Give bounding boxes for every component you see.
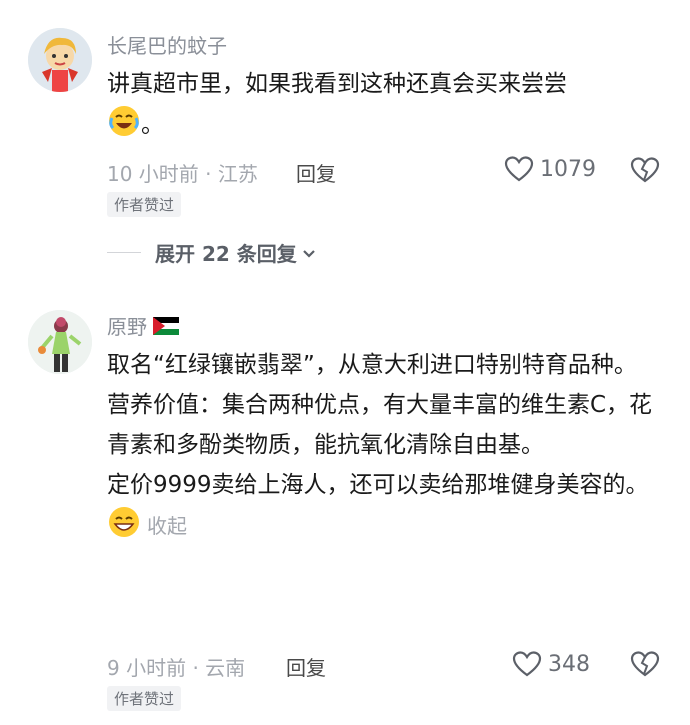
author-liked-badge: 作者赞过 <box>107 686 182 711</box>
comment-line-3-text: 定价9999卖给上海人，还可以卖给那堆健身美容的。 <box>107 472 649 498</box>
grinning-emoji-icon <box>107 505 141 539</box>
avatar[interactable] <box>28 310 92 374</box>
dislike-button[interactable] <box>630 650 660 682</box>
comment-line-3: 定价9999卖给上海人，还可以卖给那堆健身美容的。 收起 <box>107 465 662 546</box>
reply-button[interactable]: 回复 <box>286 652 326 681</box>
palestine-flag-icon <box>153 316 179 335</box>
comment-line-1: 取名“红绿镶嵌翡翠”，从意大利进口特别特育品种。 <box>107 352 637 378</box>
like-count: 348 <box>548 651 590 677</box>
like-button[interactable]: 348 <box>512 650 590 678</box>
collapse-button[interactable]: 收起 <box>147 514 187 538</box>
comment-line-2: 营养价值：集合两种优点，有大量丰富的维生素C，花青素和多酚类物质，能抗氧化清除自… <box>107 392 653 458</box>
broken-heart-icon <box>630 651 660 677</box>
comment-2: 原野 取名“红绿镶嵌翡翠”，从意大利进口特别特育品种。 营养价值：集合两种优点，… <box>0 0 690 725</box>
username[interactable]: 原野 <box>107 311 179 340</box>
heart-outline-icon <box>512 651 542 677</box>
username-text: 原野 <box>107 315 147 339</box>
time-location: 9 小时前 · 云南 <box>107 656 246 680</box>
comment-text: 取名“红绿镶嵌翡翠”，从意大利进口特别特育品种。 营养价值：集合两种优点，有大量… <box>107 345 662 546</box>
